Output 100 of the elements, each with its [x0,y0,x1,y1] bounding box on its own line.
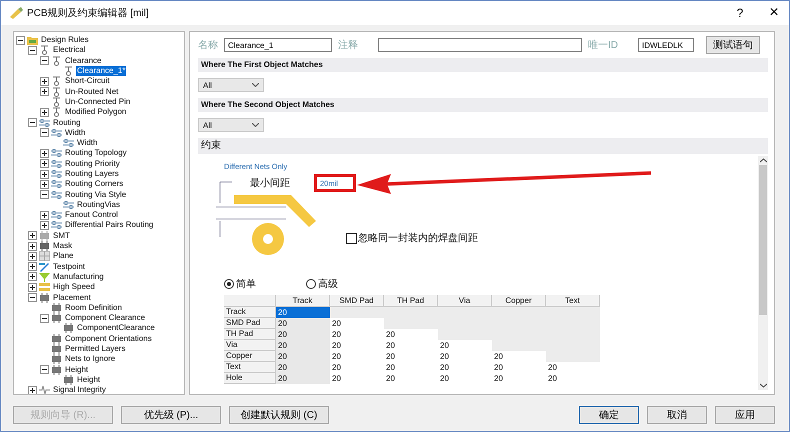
table-cell[interactable]: 20 [438,373,492,384]
tree-item[interactable]: Plane [52,251,74,262]
dialog-button[interactable]: 应用 [715,406,775,424]
collapse-toggle[interactable] [40,56,49,66]
table-cell[interactable]: 20 [276,351,330,362]
tree-item[interactable]: Electrical [52,45,86,56]
tree-item[interactable]: Un-Connected Pin [64,96,132,107]
expand-toggle[interactable] [40,159,49,168]
table-cell[interactable]: 20 [276,318,330,329]
table-cell[interactable]: 20 [438,340,492,351]
rule-button[interactable]: 创建默认规则 (C) [229,406,329,424]
table-cell[interactable]: 20 [438,362,492,373]
tree-item[interactable]: Testpoint [52,262,86,272]
dialog-button[interactable]: 确定 [579,406,639,424]
tree-item[interactable]: ComponentClearance [76,323,156,334]
tree-item[interactable]: Routing [52,118,82,128]
tree-item[interactable]: Room Definition [64,302,123,313]
expand-toggle[interactable] [28,386,37,394]
scroll-up-icon[interactable] [760,158,766,163]
rule-button[interactable]: 优先级 (P)... [121,406,221,424]
table-cell[interactable]: 20 [384,362,438,373]
expand-toggle[interactable] [28,282,37,292]
radio-button[interactable] [306,279,316,289]
tree-item[interactable]: Clearance_1* [76,66,126,76]
table-cell[interactable]: 20 [384,373,438,384]
tree-item[interactable]: Un-Routed Net [64,86,120,97]
collapse-toggle[interactable] [40,365,49,374]
tree-item[interactable]: Height [64,364,90,375]
expand-toggle[interactable] [28,252,37,261]
table-cell[interactable]: 20 [492,351,546,362]
table-cell[interactable]: 20 [330,318,384,329]
tree-item[interactable]: Placement [52,292,92,303]
expand-toggle[interactable] [40,108,49,117]
expand-toggle[interactable] [28,242,37,251]
checkbox[interactable] [346,232,357,244]
collapse-toggle[interactable] [28,293,37,302]
table-cell[interactable]: 20 [276,329,330,340]
expand-toggle[interactable] [40,180,49,189]
table-cell[interactable]: 20 [384,351,438,362]
table-cell[interactable]: 20 [276,373,330,384]
tree-item[interactable]: SMT [52,230,71,241]
scroll-down-icon[interactable] [760,383,766,388]
table-cell[interactable]: 20 [492,373,546,384]
tree-item[interactable]: Routing Layers [64,169,120,179]
tree-item[interactable]: Nets to Ignore [64,354,116,364]
scope-dropdown[interactable]: All [198,118,264,132]
expand-toggle[interactable] [28,272,37,282]
tree-item[interactable]: RoutingVias [76,200,121,210]
tree-item[interactable]: Routing Priority [64,158,121,169]
expand-toggle[interactable] [40,170,49,178]
expand-toggle[interactable] [40,148,49,158]
table-cell[interactable]: 20 [438,351,492,362]
name-field[interactable]: Clearance_1 [224,38,332,52]
table-cell[interactable]: 20 [546,373,600,384]
table-cell[interactable]: 20 [276,340,330,351]
expand-toggle[interactable] [28,262,37,272]
scrollbar[interactable] [758,156,768,390]
table-cell[interactable]: 20 [276,362,330,373]
expand-toggle[interactable] [40,210,49,220]
id-field[interactable]: IDWLEDLK [638,38,694,52]
tree-item[interactable]: Differential Pairs Routing [64,220,154,230]
collapse-toggle[interactable] [40,128,49,138]
test-button[interactable]: 测试语句 [706,36,760,54]
scope-dropdown[interactable]: All [198,78,264,92]
tree-item[interactable]: Routing Via Style [64,190,128,200]
table-cell[interactable]: 20 [546,362,600,373]
expand-toggle[interactable] [28,231,37,240]
table-cell[interactable]: 20 [384,340,438,351]
tree-item[interactable]: Permitted Layers [64,344,126,354]
expand-toggle[interactable] [40,76,49,86]
help-button[interactable]: ? [725,2,755,24]
table-cell[interactable]: 20 [492,362,546,373]
tree-item[interactable]: Short-Circuit [64,76,110,86]
table-cell[interactable]: 20 [330,373,384,384]
tree-item[interactable]: High Speed [52,282,96,292]
table-cell[interactable]: 20 [330,351,384,362]
expand-toggle[interactable] [40,87,49,96]
tree-item[interactable]: Signal Integrity [52,385,107,394]
close-button[interactable]: × [759,2,789,24]
tree-item[interactable]: Clearance [64,56,102,66]
tree-item[interactable]: Component Clearance [64,313,146,324]
radio-button[interactable] [224,279,234,289]
comment-field[interactable] [378,38,582,52]
tree-item[interactable]: Design Rules [40,35,90,46]
tree-item[interactable]: Width [76,138,98,148]
collapse-toggle[interactable] [40,190,49,200]
tree-item[interactable]: Modified Polygon [64,107,128,118]
table-cell[interactable]: 20 [330,329,384,340]
collapse-toggle[interactable] [16,36,25,45]
table-cell[interactable]: 20 [330,362,384,373]
tree-item[interactable]: Routing Corners [64,179,124,190]
table-cell[interactable]: 20 [384,329,438,340]
tree-item[interactable]: Height [76,374,102,385]
tree-item[interactable]: Mask [52,241,74,252]
tree-item[interactable]: Component Orientations [64,334,153,344]
tree-item[interactable]: Manufacturing [52,272,105,282]
table-cell[interactable]: 20 [330,340,384,351]
tree-item[interactable]: Width [64,128,86,138]
tree-item[interactable]: Routing Topology [64,148,128,158]
tree-item[interactable]: Fanout Control [64,210,119,220]
